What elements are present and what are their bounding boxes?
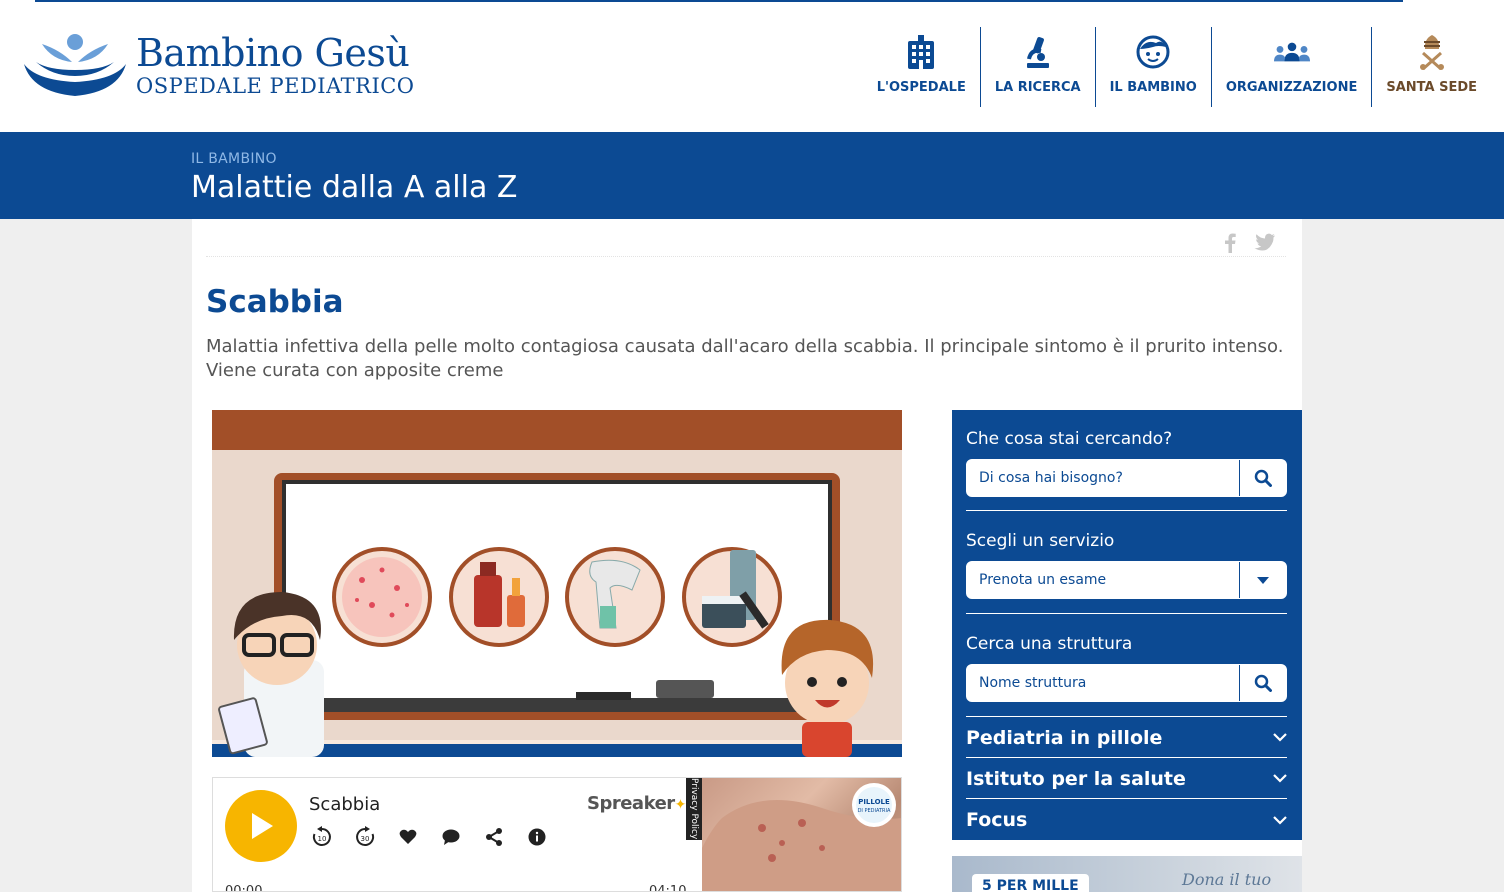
people-group-icon: [1273, 34, 1310, 70]
sidebar-divider: [966, 510, 1287, 511]
player-controls: 10 30: [311, 826, 548, 848]
twitter-icon[interactable]: [1254, 233, 1276, 257]
svg-text:30: 30: [361, 835, 370, 843]
chevron-down-icon: [1273, 774, 1287, 783]
chevron-down-icon: [1273, 815, 1287, 825]
forward-30-icon[interactable]: 30: [354, 826, 376, 848]
chevron-down-icon: [1273, 733, 1287, 742]
search-button[interactable]: [1240, 460, 1286, 496]
article-intro: Malattia infettiva della pelle molto con…: [206, 336, 1284, 381]
site-header: Bambino Gesù OSPEDALE PEDIATRICO L'OSPED…: [0, 0, 1504, 132]
accordion-label: Istituto per la salute: [966, 767, 1186, 790]
breadcrumb-section[interactable]: IL BAMBINO: [191, 151, 277, 167]
svg-text:DI PEDIATRIA: DI PEDIATRIA: [858, 808, 891, 814]
podcast-player: Scabbia Spreaker✦ 10 30 00:00 04:10 Priv…: [212, 777, 902, 892]
service-label: Scegli un servizio: [966, 531, 1115, 551]
sidebar-search-panel: Che cosa stai cercando? Di cosa hai biso…: [952, 410, 1302, 840]
nav-item-santa-sede[interactable]: SANTA SEDE: [1372, 27, 1486, 107]
heart-icon[interactable]: [397, 826, 419, 848]
time-end: 04:10: [649, 884, 687, 892]
logo-subtitle: OSPEDALE PEDIATRICO: [136, 73, 415, 98]
nav-label: LA RICERCA: [994, 80, 1081, 95]
page-title: Malattie dalla A alla Z: [191, 170, 518, 205]
page-title-band: IL BAMBINO Malattie dalla A alla Z: [0, 132, 1504, 219]
logo-title: Bambino Gesù: [136, 30, 410, 75]
spreaker-star-icon: ✦: [674, 797, 687, 813]
episode-cover-image: PILLOLE DI PEDIATRIA: [702, 778, 901, 891]
service-select[interactable]: Prenota un esame: [966, 561, 1287, 599]
site-logo[interactable]: Bambino Gesù OSPEDALE PEDIATRICO: [22, 30, 415, 100]
search-icon: [1254, 674, 1272, 692]
spreaker-brand: Spreaker: [587, 793, 675, 814]
structure-label: Cerca una struttura: [966, 634, 1133, 654]
spreaker-logo[interactable]: Spreaker✦: [587, 793, 686, 814]
svg-text:PILLOLE: PILLOLE: [858, 798, 890, 806]
search-icon: [1254, 469, 1272, 487]
article-illustration: [212, 410, 902, 757]
banner-script-text: Dona il tuo: [1182, 870, 1272, 889]
main-content: Scabbia Malattia infettiva della pelle m…: [192, 219, 1302, 892]
nav-label: L'OSPEDALE: [876, 80, 966, 95]
child-face-icon: [1135, 34, 1171, 70]
nav-label: ORGANIZZAZIONE: [1225, 80, 1358, 95]
caret-down-icon: [1257, 576, 1269, 584]
nav-item-ricerca[interactable]: LA RICERCA: [981, 27, 1096, 107]
bambino-gesu-logo-icon: [24, 34, 126, 96]
play-button[interactable]: [225, 790, 297, 862]
episode-title: Scabbia: [309, 794, 381, 815]
structure-search-button[interactable]: [1240, 665, 1286, 701]
accordion-istituto-per-la-salute[interactable]: Istituto per la salute: [966, 759, 1287, 799]
cinque-per-mille-banner[interactable]: 5 PER MILLE Dona il tuo: [952, 856, 1302, 892]
accordion-focus[interactable]: Focus: [966, 800, 1287, 840]
share-icon[interactable]: [483, 826, 505, 848]
main-nav: L'OSPEDALE LA RICERCA IL BAMBINO ORGANIZ…: [863, 27, 1486, 107]
nav-item-bambino[interactable]: IL BAMBINO: [1096, 27, 1212, 107]
nav-label: SANTA SEDE: [1386, 80, 1477, 95]
info-icon[interactable]: [526, 826, 548, 848]
rewind-10-icon[interactable]: 10: [311, 826, 333, 848]
header-top-line: [35, 0, 1403, 2]
search-box: Di cosa hai bisogno?: [966, 459, 1287, 497]
sidebar-divider: [966, 716, 1287, 717]
accordion-label: Pediatria in pillole: [966, 726, 1163, 749]
nav-item-organizzazione[interactable]: ORGANIZZAZIONE: [1212, 27, 1373, 107]
structure-search-box: Nome struttura: [966, 664, 1287, 702]
service-dropdown-button[interactable]: [1240, 562, 1286, 598]
search-label: Che cosa stai cercando?: [966, 429, 1173, 449]
play-icon: [252, 813, 273, 839]
sidebar-divider: [966, 613, 1287, 614]
microscope-icon: [1020, 34, 1056, 70]
papal-coat-of-arms-icon: [1414, 34, 1450, 71]
search-input[interactable]: Di cosa hai bisogno?: [967, 460, 1240, 496]
share-row: [206, 219, 1286, 257]
nav-label: IL BAMBINO: [1109, 80, 1197, 95]
comment-icon[interactable]: [440, 826, 462, 848]
facebook-icon[interactable]: [1224, 233, 1236, 257]
time-start: 00:00: [225, 884, 263, 892]
article-title: Scabbia: [206, 284, 344, 320]
accordion-pediatria-in-pillole[interactable]: Pediatria in pillole: [966, 718, 1287, 758]
banner-tag[interactable]: 5 PER MILLE: [972, 874, 1089, 892]
svg-text:10: 10: [318, 835, 327, 843]
structure-input[interactable]: Nome struttura: [967, 665, 1240, 701]
nav-item-ospedale[interactable]: L'OSPEDALE: [863, 27, 981, 107]
privacy-policy-link[interactable]: Privacy Policy: [686, 778, 702, 840]
service-selected-value[interactable]: Prenota un esame: [967, 562, 1240, 598]
hospital-building-icon: [903, 34, 939, 70]
accordion-label: Focus: [966, 809, 1028, 831]
